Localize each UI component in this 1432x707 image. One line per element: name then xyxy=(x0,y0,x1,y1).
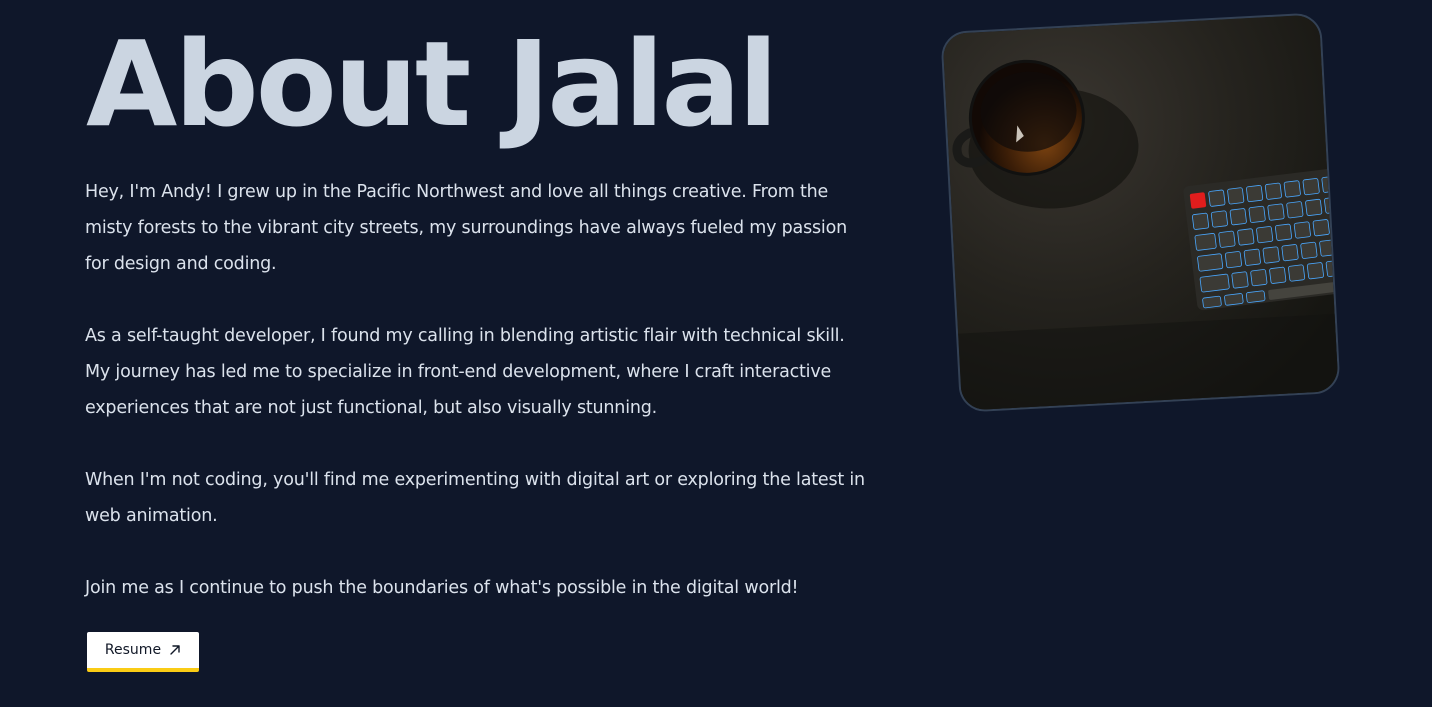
bio-paragraph: Join me as I continue to push the bounda… xyxy=(85,578,799,598)
bio-paragraph: Hey, I'm Andy! I grew up in the Pacific … xyxy=(85,182,847,274)
bio-text: Hey, I'm Andy! I grew up in the Pacific … xyxy=(85,174,875,642)
bio-paragraph: As a self-taught developer, I found my c… xyxy=(85,326,845,418)
page-title: About Jalal xyxy=(86,15,778,153)
profile-photo xyxy=(940,12,1341,413)
resume-button-label: Resume xyxy=(104,642,162,658)
bio-paragraph: When I'm not coding, you'll find me expe… xyxy=(85,470,865,526)
resume-button[interactable]: Resume xyxy=(87,632,199,672)
arrow-up-right-icon xyxy=(169,644,181,656)
about-section: About Jalal Hey, I'm Andy! I grew up in … xyxy=(0,0,1432,707)
